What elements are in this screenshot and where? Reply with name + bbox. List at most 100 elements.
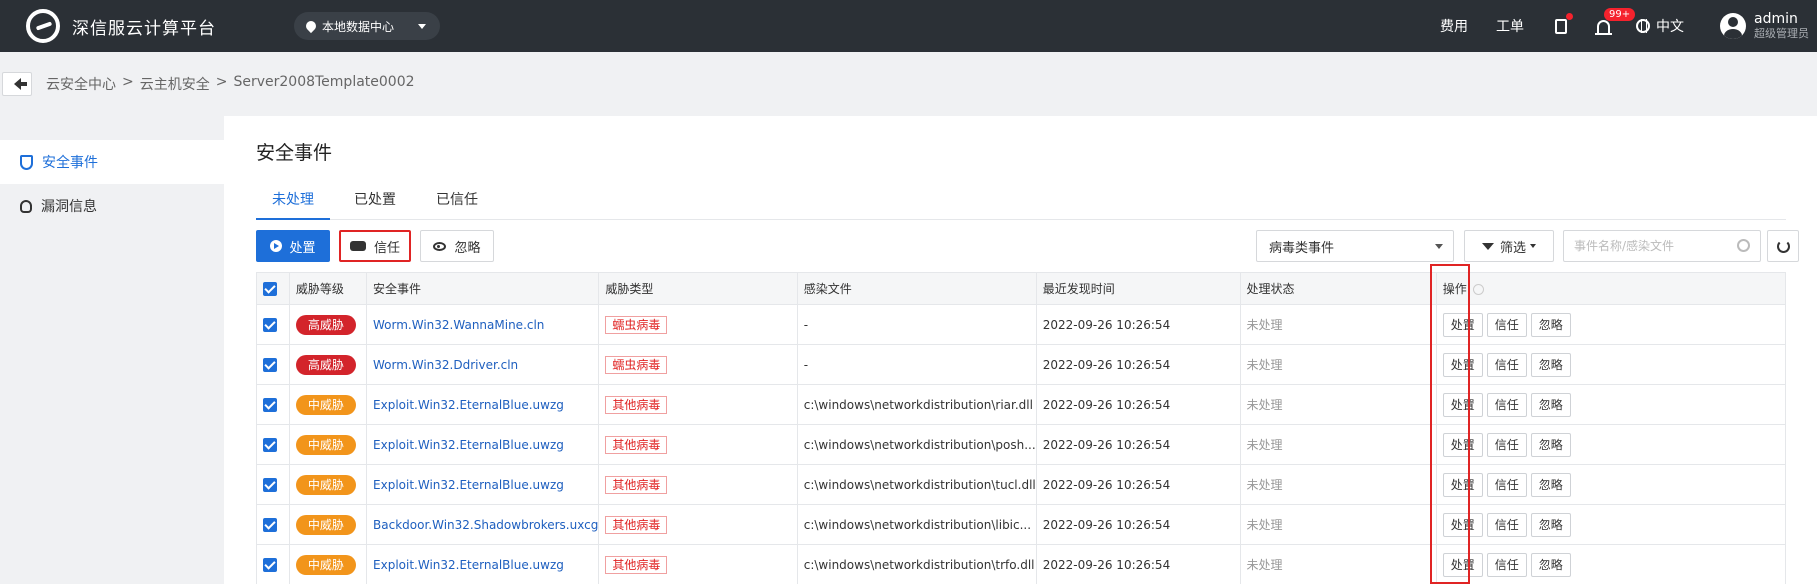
event-cell: Exploit.Win32.EternalBlue.uwzg — [366, 384, 600, 425]
top-bar: 深信服云计算平台 本地数据中心 费用 工单 99+ 中文 admin 超级管理员 — [0, 0, 1817, 52]
actions-cell: 处置 信任 忽略 — [1435, 464, 1787, 505]
event-type-value: 病毒类事件 — [1269, 240, 1335, 256]
status-cell: 未处理 — [1239, 464, 1437, 505]
back-button[interactable] — [2, 72, 32, 96]
row-trust-button[interactable]: 信任 — [1486, 392, 1527, 417]
user-name: admin — [1754, 11, 1798, 27]
row-trust-button[interactable]: 信任 — [1486, 352, 1527, 377]
tab-handled[interactable]: 已处置 — [338, 186, 412, 220]
avatar[interactable] — [1720, 13, 1746, 39]
logo[interactable]: 深信服云计算平台 — [26, 9, 216, 43]
row-handle-button[interactable]: 处置 — [1442, 552, 1483, 577]
row-handle-button[interactable]: 处置 — [1442, 432, 1483, 457]
bell-icon — [1594, 19, 1612, 35]
row-trust-button[interactable]: 信任 — [1486, 432, 1527, 457]
row-trust-button[interactable]: 信任 — [1486, 512, 1527, 537]
trust-button[interactable]: 信任 — [339, 230, 411, 262]
status-text: 未处理 — [1246, 318, 1283, 332]
refresh-button[interactable] — [1767, 230, 1799, 262]
row-checkbox[interactable] — [263, 557, 277, 572]
row-ignore-button[interactable]: 忽略 — [1530, 472, 1571, 497]
row-ignore-button[interactable]: 忽略 — [1530, 312, 1571, 337]
ignore-button-label: 忽略 — [454, 240, 481, 256]
select-all-cell — [256, 272, 290, 305]
shield-icon — [20, 154, 33, 170]
row-checkbox[interactable] — [263, 517, 277, 532]
row-select-cell — [256, 384, 290, 425]
threat-level-badge: 高威胁 — [295, 354, 356, 375]
event-link[interactable]: Backdoor.Win32.Shadowbrokers.uxcg — [373, 518, 598, 532]
breadcrumb-host-security[interactable]: 云主机安全 — [140, 74, 210, 94]
language-label: 中文 — [1656, 19, 1684, 35]
status-cell: 未处理 — [1239, 384, 1437, 425]
breadcrumb-security-center[interactable]: 云安全中心 — [46, 74, 116, 94]
ignore-button[interactable]: 忽略 — [420, 230, 494, 262]
found-time-cell: 2022-09-26 10:26:54 — [1035, 544, 1241, 584]
row-handle-button[interactable]: 处置 — [1442, 392, 1483, 417]
language-switch[interactable]: 中文 — [1636, 16, 1684, 36]
row-checkbox[interactable] — [263, 317, 277, 332]
row-checkbox[interactable] — [263, 477, 277, 492]
datacenter-select[interactable]: 本地数据中心 — [294, 12, 441, 40]
event-link[interactable]: Worm.Win32.Ddriver.cln — [373, 358, 518, 372]
handle-button[interactable]: 处置 — [256, 230, 330, 262]
breadcrumb-current: Server2008Template0002 — [233, 74, 415, 90]
table-row: 中威胁 Exploit.Win32.EternalBlue.uwzg 其他病毒 … — [256, 384, 1787, 425]
status-cell: 未处理 — [1239, 344, 1437, 385]
event-link[interactable]: Exploit.Win32.EternalBlue.uwzg — [373, 438, 564, 452]
event-link[interactable]: Exploit.Win32.EternalBlue.uwzg — [373, 398, 564, 412]
table-row: 中威胁 Exploit.Win32.EternalBlue.uwzg 其他病毒 … — [256, 464, 1787, 505]
actions-cell: 处置 信任 忽略 — [1435, 504, 1787, 545]
threat-level-cell: 中威胁 — [288, 504, 368, 545]
row-ignore-button[interactable]: 忽略 — [1530, 552, 1571, 577]
row-trust-button[interactable]: 信任 — [1486, 552, 1527, 577]
event-link[interactable]: Exploit.Win32.EternalBlue.uwzg — [373, 478, 564, 492]
row-handle-button[interactable]: 处置 — [1442, 352, 1483, 377]
event-link[interactable]: Exploit.Win32.EternalBlue.uwzg — [373, 558, 564, 572]
row-checkbox[interactable] — [263, 397, 277, 412]
row-checkbox[interactable] — [263, 357, 277, 372]
tab-trusted[interactable]: 已信任 — [420, 186, 494, 220]
column-header: 安全事件 — [366, 272, 600, 305]
status-cell: 未处理 — [1239, 304, 1437, 345]
row-trust-button[interactable]: 信任 — [1486, 312, 1527, 337]
row-ignore-button[interactable]: 忽略 — [1530, 512, 1571, 537]
sidebar-item-security-events[interactable]: 安全事件 — [0, 140, 224, 184]
sidebar: 安全事件 漏洞信息 — [0, 116, 224, 584]
row-checkbox[interactable] — [263, 437, 277, 452]
search-input[interactable] — [1564, 231, 1724, 261]
event-link[interactable]: Worm.Win32.WannaMine.cln — [373, 318, 544, 332]
row-handle-button[interactable]: 处置 — [1442, 312, 1483, 337]
toolbar: 处置 信任 忽略 病毒类事件 筛选 — [256, 230, 1799, 262]
row-ignore-button[interactable]: 忽略 — [1530, 392, 1571, 417]
threat-type-tag: 其他病毒 — [605, 475, 668, 494]
ticket-link[interactable]: 工单 — [1496, 16, 1524, 36]
event-type-select[interactable]: 病毒类事件 — [1256, 230, 1454, 262]
actions-cell: 处置 信任 忽略 — [1435, 424, 1787, 465]
info-icon[interactable] — [1472, 284, 1484, 295]
row-handle-button[interactable]: 处置 — [1442, 512, 1483, 537]
row-ignore-button[interactable]: 忽略 — [1530, 352, 1571, 377]
row-ignore-button[interactable]: 忽略 — [1530, 432, 1571, 457]
select-all-checkbox[interactable] — [263, 281, 277, 296]
table-header-row: 威胁等级 安全事件 威胁类型 感染文件 最近发现时间 处理状态 操作 — [256, 272, 1787, 305]
table-row: 高威胁 Worm.Win32.WannaMine.cln 蠕虫病毒 - 2022… — [256, 304, 1787, 345]
status-cell: 未处理 — [1239, 424, 1437, 465]
task-button[interactable] — [1552, 13, 1573, 35]
threat-type-cell: 其他病毒 — [598, 424, 798, 465]
notification-button[interactable]: 99+ — [1594, 8, 1636, 35]
search-icon[interactable] — [1737, 239, 1750, 252]
user-menu[interactable]: admin 超级管理员 — [1754, 11, 1809, 41]
row-handle-button[interactable]: 处置 — [1442, 472, 1483, 497]
threat-type-tag: 其他病毒 — [605, 435, 668, 454]
threat-type-cell: 其他病毒 — [598, 384, 798, 425]
tab-unhandled[interactable]: 未处理 — [256, 186, 330, 220]
found-time-cell: 2022-09-26 10:26:54 — [1035, 424, 1241, 465]
row-trust-button[interactable]: 信任 — [1486, 472, 1527, 497]
filter-button[interactable]: 筛选 — [1464, 230, 1554, 262]
sidebar-item-vulnerabilities[interactable]: 漏洞信息 — [0, 184, 224, 228]
event-cell: Exploit.Win32.EternalBlue.uwzg — [366, 424, 600, 465]
event-cell: Backdoor.Win32.Shadowbrokers.uxcg — [366, 504, 600, 545]
infected-file-cell: c:\windows\networkdistribution\posh... — [796, 424, 1037, 465]
cost-link[interactable]: 费用 — [1440, 16, 1468, 36]
